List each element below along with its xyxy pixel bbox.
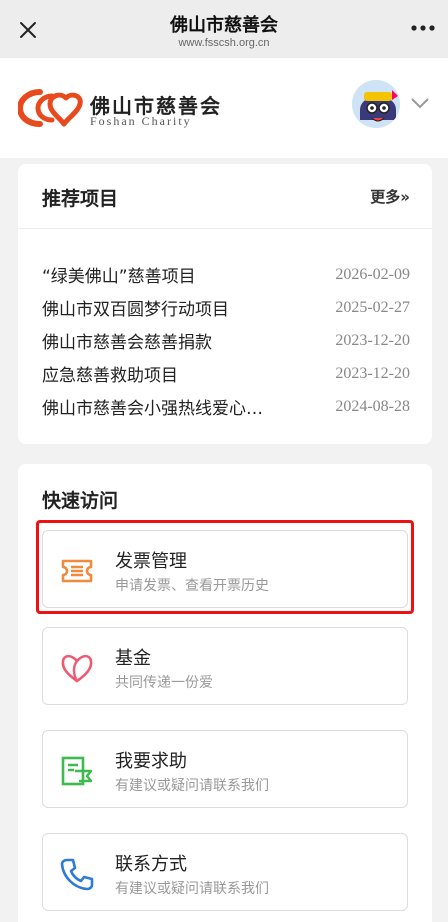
chevron-down-icon[interactable]: [410, 96, 430, 110]
recommended-title: 推荐项目: [42, 188, 119, 210]
project-date: 2026-02-09: [335, 265, 410, 283]
page-url: www.fsscsh.org.cn: [178, 37, 270, 49]
list-item[interactable]: 佛山市双百圆梦行动项目 2025-02-27: [42, 291, 410, 324]
quick-item-subtitle: 有建议或疑问请联系我们: [115, 778, 269, 794]
quick-item-title: 发票管理: [115, 551, 187, 572]
quick-access-title: 快速访问: [42, 490, 119, 512]
contact-button[interactable]: 联系方式 有建议或疑问请联系我们: [42, 833, 408, 911]
more-link[interactable]: 更多»: [370, 186, 410, 207]
fund-button[interactable]: 基金 共同传递一份爱: [42, 627, 408, 705]
project-date: 2025-02-27: [335, 298, 410, 316]
brand-name-en: Foshan Charity: [90, 114, 192, 128]
help-flag-icon: [61, 756, 93, 786]
charity-logo[interactable]: [18, 86, 86, 130]
quick-item-subtitle: 申请发票、查看开票历史: [115, 578, 269, 594]
quick-item-subtitle: 有建议或疑问请联系我们: [115, 881, 269, 897]
top-bar: 佛山市慈善会 www.fsscsh.org.cn: [0, 0, 448, 58]
project-date: 2023-12-20: [335, 331, 410, 349]
quick-item-title: 基金: [115, 648, 151, 669]
phone-icon: [60, 858, 94, 891]
heart-icon: [61, 654, 93, 683]
project-date: 2023-12-20: [335, 364, 410, 382]
quick-item-title: 我要求助: [115, 751, 187, 772]
quick-item-subtitle: 共同传递一份爱: [115, 675, 213, 691]
list-item[interactable]: “绿美佛山”慈善项目 2026-02-09: [42, 258, 410, 291]
quick-access-card: 快速访问 发票管理 申请发票、查看开票历史 基金 共同传递一份爱 我要求助 有建…: [18, 464, 432, 922]
project-name: 应急慈善救助项目: [42, 366, 178, 386]
project-name: “绿美佛山”慈善项目: [42, 267, 196, 287]
divider: [18, 228, 432, 229]
quick-item-title: 联系方式: [115, 854, 187, 875]
seek-help-button[interactable]: 我要求助 有建议或疑问请联系我们: [42, 730, 408, 808]
avatar[interactable]: [350, 78, 402, 130]
list-item[interactable]: 佛山市慈善会慈善捐款 2023-12-20: [42, 324, 410, 357]
invoice-icon: [61, 559, 93, 583]
project-list: “绿美佛山”慈善项目 2026-02-09 佛山市双百圆梦行动项目 2025-0…: [42, 258, 410, 423]
more-dots-icon[interactable]: [410, 20, 436, 36]
invoice-management-button[interactable]: 发票管理 申请发票、查看开票历史: [42, 530, 408, 608]
project-name: 佛山市慈善会慈善捐款: [42, 333, 212, 353]
recommended-projects-card: 推荐项目 更多» “绿美佛山”慈善项目 2026-02-09 佛山市双百圆梦行动…: [18, 164, 432, 444]
project-name: 佛山市慈善会小强热线爱心…: [42, 399, 263, 419]
list-item[interactable]: 应急慈善救助项目 2023-12-20: [42, 357, 410, 390]
project-date: 2024-08-28: [335, 397, 410, 415]
project-name: 佛山市双百圆梦行动项目: [42, 300, 229, 320]
page-title: 佛山市慈善会: [170, 15, 278, 36]
list-item[interactable]: 佛山市慈善会小强热线爱心… 2024-08-28: [42, 390, 410, 423]
